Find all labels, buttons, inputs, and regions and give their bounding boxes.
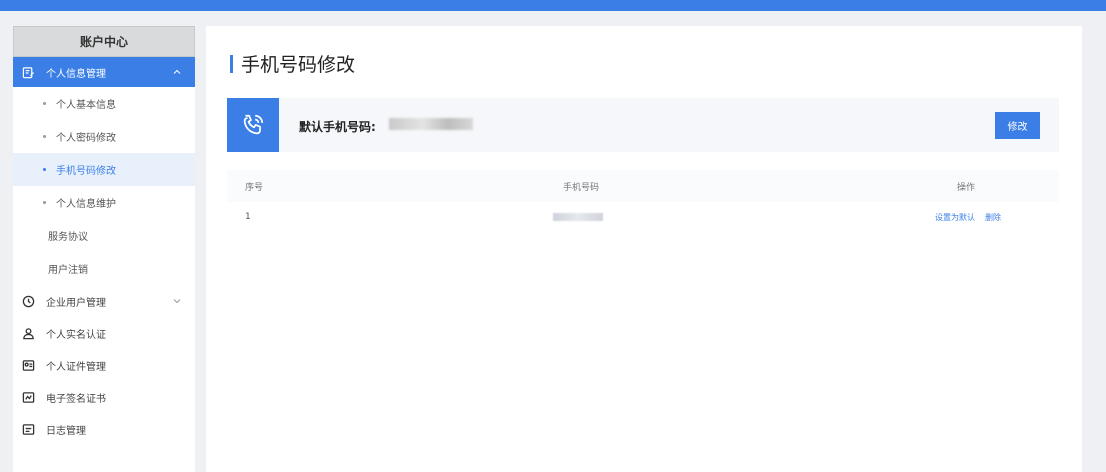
sidebar-item-label: 手机号码修改 [56, 166, 116, 177]
column-header-phone: 手机号码 [563, 182, 600, 193]
phone-table: 序号 手机号码 操作 1 设置为默认 删除 [227, 170, 1059, 232]
bullet-dot-icon [43, 168, 46, 171]
sidebar-item-label: 日志管理 [46, 425, 86, 437]
sidebar-item-label: 服务协议 [48, 232, 88, 243]
certificate-icon [21, 390, 35, 404]
sidebar-item-deregister[interactable]: 用户注销 [13, 252, 195, 285]
page-title: 手机号码修改 [230, 50, 355, 77]
page-title-text: 手机号码修改 [241, 54, 356, 76]
row-phone [553, 213, 603, 221]
bullet-dot-icon [43, 135, 46, 138]
id-card-icon [21, 358, 35, 372]
bullet-dot-icon [43, 201, 46, 204]
sidebar-item-logs[interactable]: 日志管理 [13, 413, 195, 445]
default-phone-value [389, 118, 473, 130]
sidebar-item-certificate[interactable]: 电子签名证书 [13, 381, 195, 413]
bullet-dot-icon [43, 102, 46, 105]
sidebar-item-info-maintain[interactable]: 个人信息维护 [13, 186, 195, 219]
log-icon [21, 422, 35, 436]
sidebar-header: 账户中心 [13, 26, 195, 57]
sidebar-item-password[interactable]: 个人密码修改 [13, 120, 195, 153]
column-header-actions: 操作 [957, 182, 976, 193]
chevron-down-icon [173, 299, 181, 304]
sidebar-group-label: 个人信息管理 [46, 68, 106, 80]
edit-icon [21, 65, 35, 79]
sidebar-item-label: 个人实名认证 [46, 329, 106, 341]
phone-card: 默认手机号码: 修改 [227, 98, 1059, 152]
main-panel: 手机号码修改 默认手机号码: 修改 序号 手机号码 操作 1 设置为默认 删除 [206, 26, 1082, 472]
empty-content-area [227, 248, 1059, 448]
phone-icon [227, 98, 279, 152]
sidebar-item-agreement[interactable]: 服务协议 [13, 219, 195, 252]
sidebar-item-documents[interactable]: 个人证件管理 [13, 349, 195, 381]
row-actions: 设置为默认 删除 [935, 212, 1001, 223]
title-accent-bar [230, 54, 233, 73]
sidebar-item-basic-info[interactable]: 个人基本信息 [13, 87, 195, 120]
table-row: 1 设置为默认 删除 [227, 202, 1059, 232]
sidebar-item-label: 个人密码修改 [56, 133, 116, 144]
sidebar-item-label: 用户注销 [48, 265, 88, 276]
modify-button[interactable]: 修改 [995, 112, 1040, 139]
chevron-up-icon [173, 69, 181, 74]
table-header: 序号 手机号码 操作 [227, 170, 1059, 202]
sidebar-item-label: 个人信息维护 [56, 199, 116, 210]
sidebar-item-label: 个人证件管理 [46, 361, 106, 373]
delete-link[interactable]: 删除 [985, 212, 1001, 223]
sidebar-item-phone[interactable]: 手机号码修改 [13, 153, 195, 186]
sidebar-item-realname[interactable]: 个人实名认证 [13, 317, 195, 349]
sidebar-item-label: 企业用户管理 [46, 297, 106, 309]
sidebar-item-label: 个人基本信息 [56, 100, 116, 111]
column-header-index: 序号 [245, 182, 264, 193]
sidebar-group-personal-info[interactable]: 个人信息管理 [13, 57, 195, 87]
default-phone-label: 默认手机号码: [299, 120, 376, 134]
top-bar [0, 0, 1106, 11]
user-icon [21, 326, 35, 340]
clock-icon [21, 294, 35, 308]
sidebar-item-enterprise[interactable]: 企业用户管理 [13, 285, 195, 317]
set-default-link[interactable]: 设置为默认 [935, 212, 975, 223]
sidebar-item-label: 电子签名证书 [46, 393, 106, 405]
row-index: 1 [245, 212, 251, 222]
sidebar: 账户中心 个人信息管理 个人基本信息 个人密码修改 手机号码修改 个人信息维护 … [13, 26, 195, 472]
